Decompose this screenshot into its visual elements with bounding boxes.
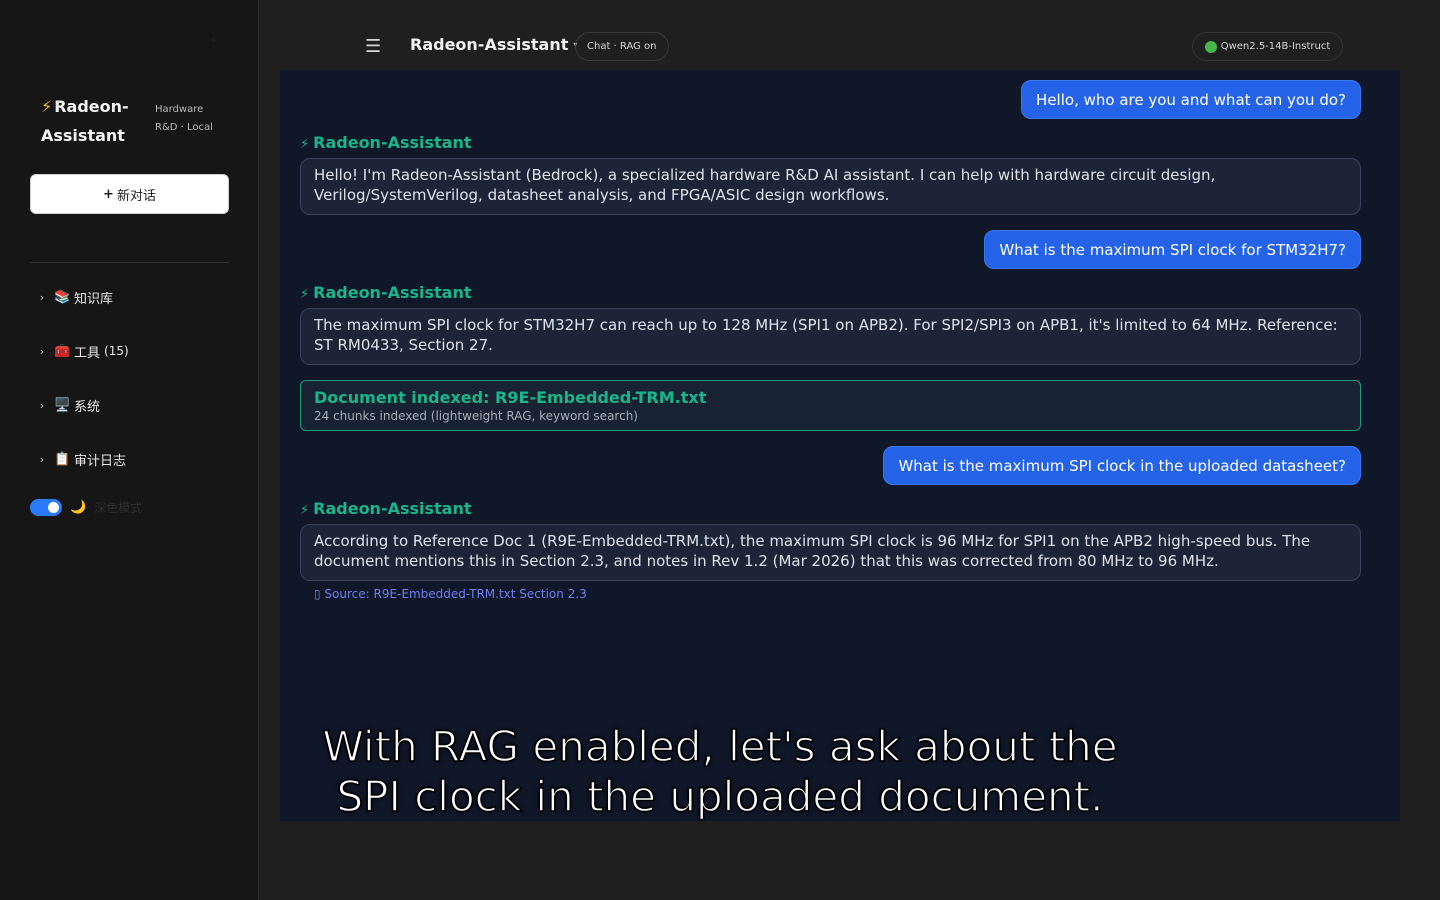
sidebar-item-tools[interactable]: › 🧰 工具 (15) <box>30 336 229 366</box>
source-citation-link[interactable]: ▯ Source: R9E-Embedded-TRM.txt Section 2… <box>314 587 587 601</box>
message-text: Hello! I'm Radeon-Assistant (Bedrock), a… <box>314 166 1216 204</box>
moon-icon: 🌙 <box>70 499 87 515</box>
user-message: Hello, who are you and what can you do? <box>1021 80 1361 119</box>
caption-line-1: With RAG enabled, let's ask about the <box>322 721 1119 771</box>
toolbox-icon: 🧰 <box>54 343 71 359</box>
assistant-name: ⚡ Radeon-Assistant <box>300 283 472 302</box>
sidebar-item-system[interactable]: › 🖥️ 系统 <box>30 390 229 420</box>
brand-subtitle-line2: R&D · Local <box>155 122 213 133</box>
theme-toggle[interactable] <box>30 498 62 516</box>
theme-toggle-row: 🌙 深色模式 <box>30 496 142 518</box>
chevron-right-icon: › <box>39 452 45 466</box>
sidebar-item-audit-log[interactable]: › 📋 审计日志 <box>30 444 229 474</box>
assistant-name: ⚡ Radeon-Assistant <box>300 499 472 518</box>
lightning-icon: ⚡ <box>300 287 310 302</box>
lightning-icon: ⚡ <box>41 97 53 116</box>
model-selector[interactable]: Qwen2.5-14B-Instruct <box>1192 32 1343 61</box>
caption-line-2: SPI clock in the uploaded document. <box>336 771 1104 821</box>
message-text: According to Reference Doc 1 (R9E-Embedd… <box>314 532 1311 570</box>
sidebar-item-label: 系统 <box>74 399 101 415</box>
page-title: Radeon-Assistant <box>410 35 569 54</box>
sidebar-item-label: 审计日志 <box>74 453 127 469</box>
message-text: The maximum SPI clock for STM32H7 can re… <box>314 316 1338 354</box>
brand-subtitle: Hardware R&D · Local <box>155 101 213 137</box>
chevron-left-icon[interactable]: ‹ <box>211 32 216 46</box>
assistant-name-text: Radeon-Assistant <box>313 133 472 152</box>
chevron-right-icon: › <box>39 398 45 412</box>
menu-icon[interactable]: ☰ <box>365 36 381 57</box>
message-text: What is the maximum SPI clock for STM32H… <box>999 240 1346 259</box>
user-message: What is the maximum SPI clock for STM32H… <box>984 230 1361 269</box>
clipboard-icon: 📋 <box>54 451 71 467</box>
assistant-message: The maximum SPI clock for STM32H7 can re… <box>300 308 1361 365</box>
chevron-right-icon: › <box>39 290 45 304</box>
monitor-icon: 🖥️ <box>54 397 71 413</box>
lightning-icon: ⚡ <box>300 503 310 518</box>
toggle-knob <box>48 501 59 513</box>
chat-panel[interactable]: Hello, who are you and what can you do? … <box>280 70 1400 821</box>
lightning-icon: ⚡ <box>300 137 310 152</box>
brand-title: Radeon-Assistant <box>41 97 129 145</box>
plus-icon: + <box>103 186 114 202</box>
user-message: What is the maximum SPI clock in the upl… <box>883 446 1361 485</box>
sidebar: ‹ ⚡ Radeon-Assistant Hardware R&D · Local… <box>0 0 259 900</box>
brand-name: ⚡ Radeon-Assistant <box>41 92 151 150</box>
assistant-name: ⚡ Radeon-Assistant <box>300 133 472 152</box>
message-text: Hello, who are you and what can you do? <box>1036 90 1346 109</box>
new-chat-button[interactable]: + 新对话 <box>30 174 229 214</box>
notice-title: Document indexed: R9E-Embedded-TRM.txt <box>314 388 707 407</box>
video-caption: With RAG enabled, let's ask about the SP… <box>300 721 1140 822</box>
assistant-name-text: Radeon-Assistant <box>313 499 472 518</box>
new-chat-label: 新对话 <box>116 188 156 204</box>
message-text: What is the maximum SPI clock in the upl… <box>898 456 1346 475</box>
chevron-right-icon: › <box>39 344 45 358</box>
brand-subtitle-line1: Hardware <box>155 104 204 115</box>
tools-count: (15) <box>104 344 129 358</box>
assistant-message: Hello! I'm Radeon-Assistant (Bedrock), a… <box>300 158 1361 215</box>
status-dot-icon <box>1204 40 1217 53</box>
model-name: Qwen2.5-14B-Instruct <box>1220 41 1331 52</box>
mode-label: Chat · RAG on <box>587 41 657 52</box>
sidebar-item-label: 知识库 <box>74 291 114 307</box>
sidebar-item-label: 工具 <box>74 345 101 361</box>
mode-badge: Chat · RAG on <box>575 32 669 61</box>
assistant-selector[interactable]: Radeon-Assistant ▾ <box>410 35 577 54</box>
assistant-name-text: Radeon-Assistant <box>313 283 472 302</box>
document-indexed-notice: Document indexed: R9E-Embedded-TRM.txt 2… <box>300 380 1361 431</box>
source-text: ▯ Source: R9E-Embedded-TRM.txt Section 2… <box>314 587 587 601</box>
books-icon: 📚 <box>54 289 71 305</box>
assistant-message: According to Reference Doc 1 (R9E-Embedd… <box>300 524 1361 581</box>
notice-detail: 24 chunks indexed (lightweight RAG, keyw… <box>314 409 638 423</box>
sidebar-item-knowledge-base[interactable]: › 📚 知识库 <box>30 282 229 312</box>
sidebar-divider <box>30 262 229 263</box>
theme-toggle-label: 深色模式 <box>94 500 143 515</box>
